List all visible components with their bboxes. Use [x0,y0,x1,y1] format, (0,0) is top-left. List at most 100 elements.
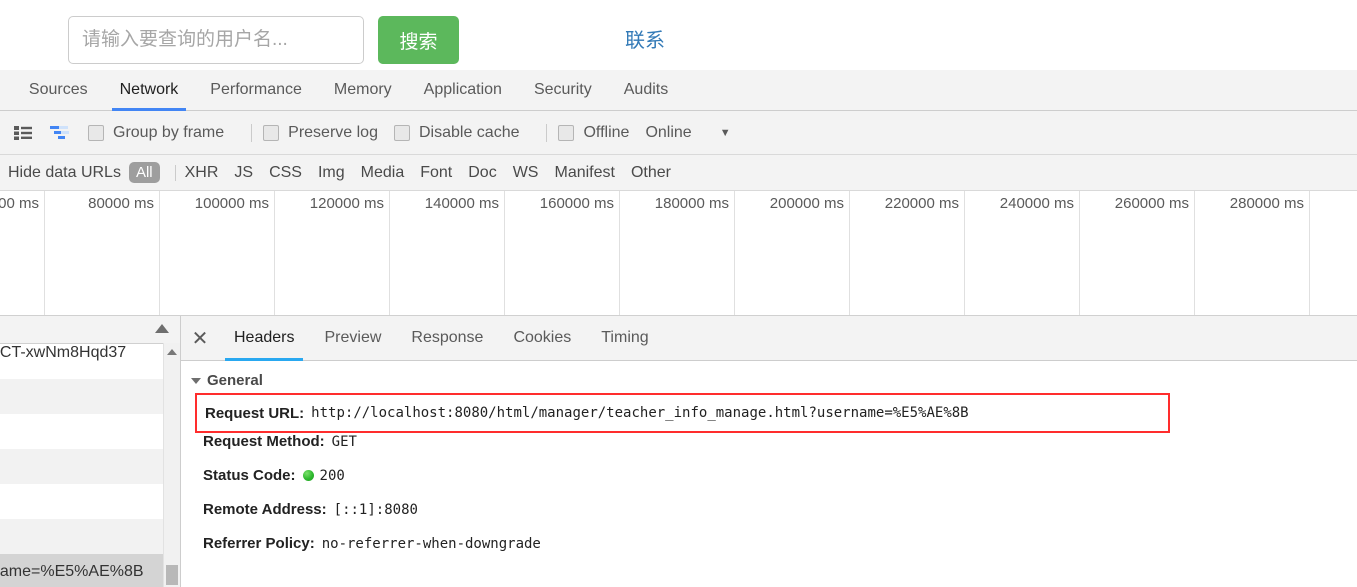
devtools-panel: e Sources Network Performance Memory App… [0,70,1357,587]
remote-address-row: Remote Address: [::1]:8080 [203,501,1357,535]
request-list: 0CT-xwNm8Hqd37 name=%E5%AE%8B [0,316,181,587]
tab-elements[interactable]: e [0,70,13,110]
group-by-frame-checkbox[interactable]: Group by frame [88,124,224,142]
request-detail-pane: ✕ Headers Preview Response Cookies Timin… [181,316,1357,587]
row-value: 200 [319,468,345,484]
timeline-tick: 100000 ms [160,191,275,315]
tab-label: Performance [210,81,302,98]
checkbox-box [263,124,280,141]
checkbox-box [88,124,104,141]
filter-all[interactable]: All [128,162,160,183]
sort-ascending-icon[interactable] [155,324,169,333]
request-row[interactable] [0,379,180,414]
request-row[interactable]: 0CT-xwNm8Hqd37 [0,344,180,379]
tab-label: Timing [601,329,649,346]
timeline-tick: 140000 ms [390,191,505,315]
request-row[interactable] [0,449,180,484]
row-key: Remote Address: [203,501,327,518]
filter-other[interactable]: Other [631,164,671,182]
chevron-down-icon[interactable]: ▼ [720,127,731,139]
search-input[interactable] [68,16,364,64]
tab-timing[interactable]: Timing [586,316,663,360]
referrer-policy-row: Referrer Policy: no-referrer-when-downgr… [203,535,1357,569]
timeline-tick-label: 280000 ms [1229,195,1304,212]
preserve-log-checkbox[interactable]: Preserve log [263,124,378,142]
general-section-header[interactable]: General [181,361,1357,393]
timeline-tick-label: 240000 ms [999,195,1074,212]
row-key: Request URL: [205,404,305,422]
tab-headers[interactable]: Headers [219,316,309,361]
waterfall-icon[interactable] [48,120,74,146]
network-overview-timeline[interactable]: 00 ms 80000 ms 100000 ms 120000 ms 14000… [0,191,1357,316]
tab-cookies[interactable]: Cookies [498,316,586,360]
timeline-tick: 3 [1310,191,1357,315]
request-row[interactable] [0,519,180,554]
tab-security[interactable]: Security [518,70,608,110]
devtools-tabbar: e Sources Network Performance Memory App… [0,70,1357,111]
checkbox-label: Offline [583,123,630,141]
row-value: http://localhost:8080/html/manager/teach… [311,405,969,421]
request-list-header[interactable] [0,316,180,344]
hide-data-urls-toggle[interactable]: Hide data URLs [8,164,121,182]
tab-preview[interactable]: Preview [309,316,396,360]
tab-label: Memory [333,81,392,98]
filter-media[interactable]: Media [361,164,405,182]
timeline-tick-label: 200000 ms [769,195,844,212]
timeline-tick-label: 160000 ms [539,195,614,212]
request-list-scrollbar[interactable] [163,343,180,587]
tab-audits[interactable]: Audits [608,70,684,110]
tab-application[interactable]: Application [408,70,518,110]
timeline-tick-label: 120000 ms [309,195,384,212]
timeline-tick-label: 00 ms [0,195,39,212]
scroll-up-icon[interactable] [167,349,177,355]
row-value: GET [331,434,357,450]
filter-manifest[interactable]: Manifest [554,164,614,182]
tab-performance[interactable]: Performance [194,70,318,110]
detail-tabbar: ✕ Headers Preview Response Cookies Timin… [181,316,1357,361]
checkbox-label: Preserve log [288,123,378,141]
request-url-row: Request URL: http://localhost:8080/html/… [195,393,1170,433]
row-key: Request Method: [203,433,325,450]
tab-label: Sources [28,81,88,98]
tab-label: Audits [623,81,669,98]
filter-xhr[interactable]: XHR [185,164,219,182]
filter-img[interactable]: Img [318,164,345,182]
timeline-tick: 220000 ms [850,191,965,315]
request-name: 0CT-xwNm8Hqd37 [0,344,127,361]
disable-cache-checkbox[interactable]: Disable cache [393,123,520,142]
contact-link[interactable]: 联系 [625,24,665,53]
tab-label: Response [411,329,484,346]
tab-memory[interactable]: Memory [318,70,408,110]
scrollbar-thumb[interactable] [166,565,178,585]
filter-css[interactable]: CSS [269,164,302,182]
close-icon[interactable]: ✕ [181,316,219,360]
checkbox-label: Disable cache [418,123,520,141]
timeline-tick: 120000 ms [275,191,390,315]
timeline-tick-label: 260000 ms [1114,195,1189,212]
timeline-tick: 180000 ms [620,191,735,315]
filter-list-icon[interactable] [10,120,36,146]
timeline-tick-label: 100000 ms [194,195,269,212]
tab-label: Headers [234,329,295,346]
tab-network[interactable]: Network [104,70,195,111]
timeline-tick-label: 80000 ms [88,195,154,212]
filter-font[interactable]: Font [420,164,452,182]
timeline-tick: 260000 ms [1080,191,1195,315]
checkbox-label: Group by frame [113,123,225,141]
request-row[interactable] [0,414,180,449]
tab-response[interactable]: Response [396,316,498,360]
request-row[interactable] [0,484,180,519]
throttling-select[interactable]: Online [645,124,691,142]
tab-sources[interactable]: Sources [13,70,104,110]
filter-doc[interactable]: Doc [468,164,496,182]
timeline-tick: 00 ms [0,191,45,315]
filter-ws[interactable]: WS [513,164,539,182]
request-row-selected[interactable]: name=%E5%AE%8B [0,554,180,587]
status-code-row: Status Code: 200 [203,467,1357,501]
tab-label: Application [423,81,502,98]
search-button[interactable]: 搜索 [378,16,459,64]
filter-divider [174,164,176,181]
offline-checkbox[interactable]: Offline [558,124,629,142]
network-filter-bar: Hide data URLs All XHR JS CSS Img Media … [0,155,1357,191]
filter-js[interactable]: JS [234,164,253,182]
